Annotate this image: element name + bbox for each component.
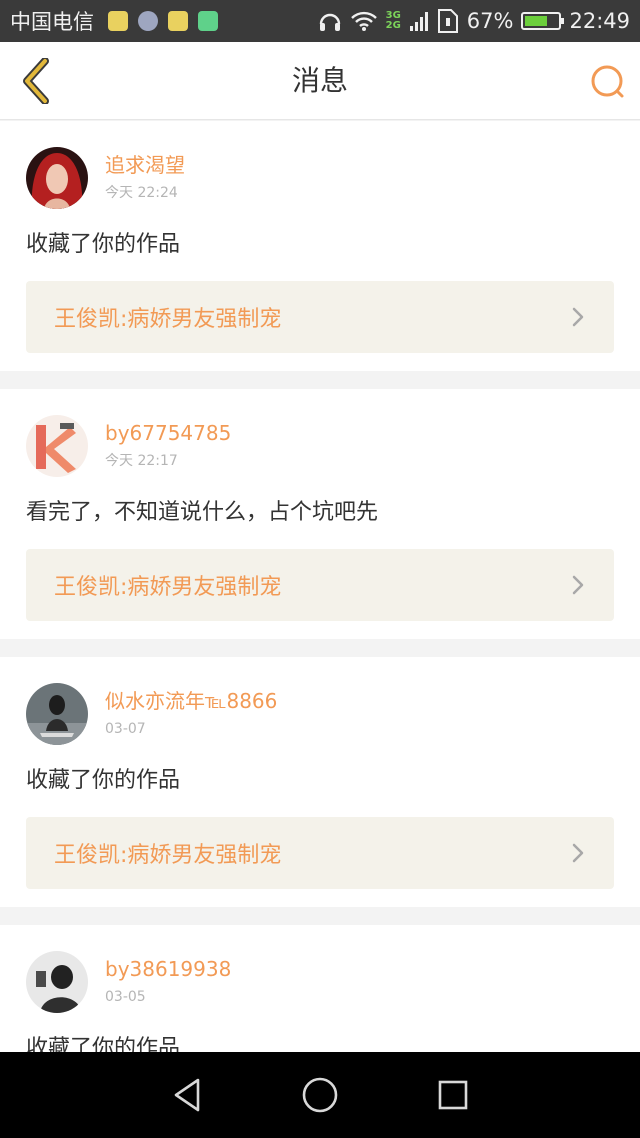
message-text: 看完了，不知道说什么，占个坑吧先 [26,500,379,525]
notification-icons [108,11,218,31]
work-title: 王俊凯:病娇男友强制宠 [54,575,282,600]
work-link[interactable]: 王俊凯:病娇男友强制宠 [26,817,614,889]
message-card: by38619938 03-05 收藏了你的作品 [0,925,640,1052]
username[interactable]: by67754785 [105,420,231,446]
message-time: 03-05 [105,989,146,1005]
message-time: 今天 22:24 [105,185,178,201]
avatar[interactable] [26,147,88,209]
avatar[interactable] [26,951,88,1013]
page-title: 消息 [291,64,348,97]
avatar[interactable] [26,415,88,477]
app-notification-icon [198,11,218,31]
battery-icon [521,12,565,30]
work-link[interactable]: 王俊凯:病娇男友强制宠 [26,549,614,621]
work-title: 王俊凯:病娇男友强制宠 [54,307,282,332]
avatar[interactable] [26,683,88,745]
message-header: 似水亦流年℡8866 03-07 [26,683,614,745]
home-circle-icon [302,1077,338,1113]
recents-square-icon [439,1080,468,1110]
message-text: 收藏了你的作品 [26,232,181,257]
work-title: 王俊凯:病娇男友强制宠 [54,843,282,868]
chevron-right-icon [572,307,584,327]
message-header: by67754785 今天 22:17 [26,415,614,477]
username[interactable]: by38619938 [105,956,231,982]
message-text: 收藏了你的作品 [26,768,181,793]
message-header: by38619938 03-05 [26,951,614,1013]
app-notification-icon [138,11,158,31]
wifi-icon [350,11,377,31]
signal-icon [409,12,428,31]
message-header: 追求渴望 今天 22:24 [26,147,614,209]
app-header: 消息 [0,42,640,120]
status-bar: 中国电信 3G 2G 67% 22:49 [0,0,640,42]
chevron-right-icon [572,843,584,863]
work-link[interactable]: 王俊凯:病娇男友强制宠 [26,281,614,353]
message-time: 03-07 [105,721,146,737]
nav-back-button[interactable] [157,1065,217,1125]
message-list[interactable]: 追求渴望 今天 22:24 收藏了你的作品 王俊凯:病娇男友强制宠 by6775… [0,121,640,1052]
chevron-right-icon [572,575,584,595]
search-button[interactable] [588,62,628,102]
back-triangle-icon [174,1078,199,1112]
message-card: 追求渴望 今天 22:24 收藏了你的作品 王俊凯:病娇男友强制宠 [0,121,640,371]
app-notification-icon [168,11,188,31]
username[interactable]: 追求渴望 [105,152,185,178]
battery-level [525,16,547,26]
system-nav-bar [0,1052,640,1138]
clock: 22:49 [569,9,630,33]
nav-home-button[interactable] [290,1065,350,1125]
message-time: 今天 22:17 [105,453,178,469]
search-icon [591,65,624,98]
message-card: 似水亦流年℡8866 03-07 收藏了你的作品 王俊凯:病娇男友强制宠 [0,657,640,907]
sim-icon [437,9,458,33]
battery-percent: 67% [466,9,514,33]
message-text: 收藏了你的作品 [26,1036,181,1052]
nav-recents-button[interactable] [423,1065,483,1125]
app-notification-icon [108,11,128,31]
username[interactable]: 似水亦流年℡8866 [105,688,277,714]
network-type: 3G 2G [385,10,401,31]
message-card: by67754785 今天 22:17 看完了，不知道说什么，占个坑吧先 王俊凯… [0,389,640,639]
headphone-icon [319,13,340,31]
carrier-name: 中国电信 [10,10,94,34]
